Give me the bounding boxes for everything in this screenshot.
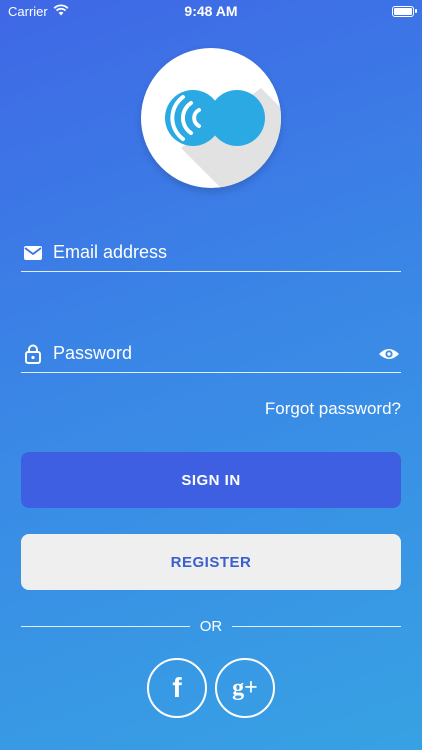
status-bar: Carrier 9:48 AM xyxy=(0,0,422,22)
sign-in-button[interactable]: SIGN IN xyxy=(21,452,401,508)
facebook-icon: f xyxy=(172,672,182,703)
battery-fill xyxy=(394,7,412,15)
or-divider: OR xyxy=(21,616,401,636)
mail-icon xyxy=(21,241,45,265)
carrier-label: Carrier xyxy=(8,3,48,19)
lock-icon xyxy=(21,342,45,366)
email-field[interactable] xyxy=(21,234,401,272)
email-input[interactable] xyxy=(53,242,401,263)
password-input[interactable] xyxy=(53,343,377,364)
register-button[interactable]: REGISTER xyxy=(21,534,401,590)
wifi-icon xyxy=(53,3,69,19)
password-field[interactable] xyxy=(21,335,401,373)
google-plus-icon: g+ xyxy=(232,674,258,701)
battery-icon xyxy=(392,5,417,17)
or-label: OR xyxy=(199,617,223,635)
divider-line-left xyxy=(21,625,190,627)
logo-wave-icon xyxy=(165,88,281,188)
facebook-login-button[interactable]: f xyxy=(147,658,207,718)
eye-icon[interactable] xyxy=(377,342,401,366)
forgot-password-link[interactable]: Forgot password? xyxy=(265,399,401,419)
google-plus-login-button[interactable]: g+ xyxy=(215,658,275,718)
status-left: Carrier xyxy=(8,4,69,19)
app-logo xyxy=(141,48,281,188)
divider-line-right xyxy=(232,625,401,627)
